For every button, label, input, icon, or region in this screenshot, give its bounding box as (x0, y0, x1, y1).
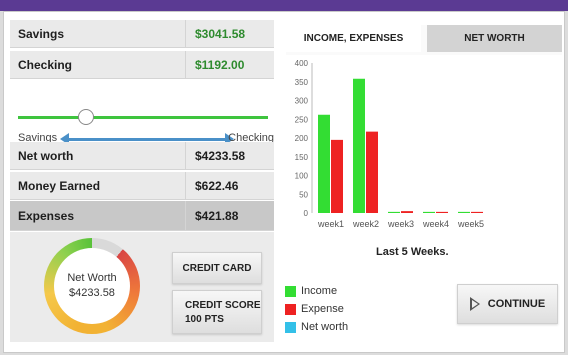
tab-income-expenses[interactable]: INCOME, EXPENSES (286, 25, 421, 52)
money-earned-value: $622.46 (195, 178, 239, 193)
legend-label-net-worth: Net worth (301, 321, 349, 333)
credit-card-button[interactable]: CREDIT CARD (172, 252, 262, 284)
checking-row: Checking $1192.00 (10, 51, 274, 79)
net-worth-row: Net worth $4233.58 (10, 142, 274, 170)
x-tick-label: week2 (352, 219, 379, 229)
tab-net-worth[interactable]: NET WORTH (427, 25, 562, 52)
y-tick-label: 350 (295, 78, 309, 87)
x-tick-label: week4 (422, 219, 449, 229)
gauge-panel: Net Worth $4233.58 CREDIT CARD CREDIT SC… (10, 232, 274, 342)
legend-swatch-income (285, 285, 296, 297)
gauge-value: $4233.58 (69, 287, 115, 299)
legend-label-income: Income (301, 285, 338, 297)
checking-label: Checking (10, 51, 186, 78)
bar-income-week5 (458, 211, 470, 213)
bar-chart-svg: 0 50 100 150 200 250 300 350 400 week1 week2 week3 w… (295, 59, 484, 229)
expenses-row: Expenses $421.88 (10, 201, 274, 231)
legend-item: Income (285, 282, 348, 300)
bar-income-week4 (423, 211, 435, 213)
bar-expense-week3 (401, 211, 413, 213)
bar-expense-week1 (331, 139, 343, 213)
bar-income-week1 (318, 114, 330, 213)
expenses-value: $421.88 (195, 208, 239, 223)
credit-score-title: CREDIT SCORE (185, 300, 261, 311)
net-worth-value: $4233.58 (195, 148, 246, 163)
x-tick-label: week1 (317, 219, 344, 229)
y-tick-label: 100 (295, 172, 309, 181)
bar-expense-week2 (366, 131, 378, 213)
legend-swatch-expense (285, 303, 296, 315)
app-header-bar (0, 0, 568, 11)
money-earned-row: Money Earned $622.46 (10, 172, 274, 200)
legend-label-expense: Expense (301, 303, 344, 315)
bar-expense-week5 (471, 211, 483, 213)
legend-item: Expense (285, 300, 348, 318)
net-worth-label: Net worth (10, 142, 186, 169)
chart-panel: INCOME, EXPENSES NET WORTH 0 50 100 150 200 2… (286, 25, 562, 237)
y-tick-label: 400 (295, 59, 309, 68)
double-arrow-icon (60, 133, 234, 145)
chart-caption: Last 5 Weeks. (376, 246, 449, 258)
continue-label: CONTINUE (487, 298, 546, 310)
x-tick-label: week3 (387, 219, 414, 229)
play-icon (469, 297, 480, 311)
gauge-center: Net Worth $4233.58 (54, 248, 130, 324)
slider-thumb[interactable] (77, 109, 94, 125)
x-tick-label: week5 (457, 219, 484, 229)
legend-swatch-net-worth (285, 321, 296, 333)
y-tick-label: 200 (295, 134, 309, 143)
y-tick-label: 250 (295, 115, 309, 124)
checking-value: $1192.00 (195, 57, 245, 72)
money-earned-label: Money Earned (10, 172, 186, 199)
bar-expense-week4 (436, 211, 448, 213)
savings-value: $3041.58 (195, 26, 246, 41)
y-tick-label: 0 (304, 209, 309, 218)
net-worth-gauge: Net Worth $4233.58 (44, 238, 140, 334)
bar-income-week2 (353, 78, 365, 213)
y-tick-label: 50 (299, 190, 308, 199)
savings-row: Savings $3041.58 (10, 20, 274, 48)
y-tick-label: 150 (295, 153, 309, 162)
y-tick-label: 300 (295, 97, 309, 106)
continue-button[interactable]: CONTINUE (457, 284, 558, 324)
gauge-title: Net Worth (67, 272, 117, 284)
expenses-label: Expenses (10, 201, 186, 230)
credit-score-button[interactable]: CREDIT SCORE 100 PTS (172, 290, 262, 334)
bar-income-week3 (388, 211, 400, 213)
credit-score-value: 100 PTS (185, 314, 224, 325)
legend-item: Net worth (285, 318, 348, 336)
slider-track[interactable] (18, 116, 268, 119)
chart-legend: Income Expense Net worth (285, 282, 348, 336)
savings-label: Savings (10, 20, 186, 47)
weekly-chart: 0 50 100 150 200 250 300 350 400 week1 week2 week3 w… (286, 55, 562, 237)
